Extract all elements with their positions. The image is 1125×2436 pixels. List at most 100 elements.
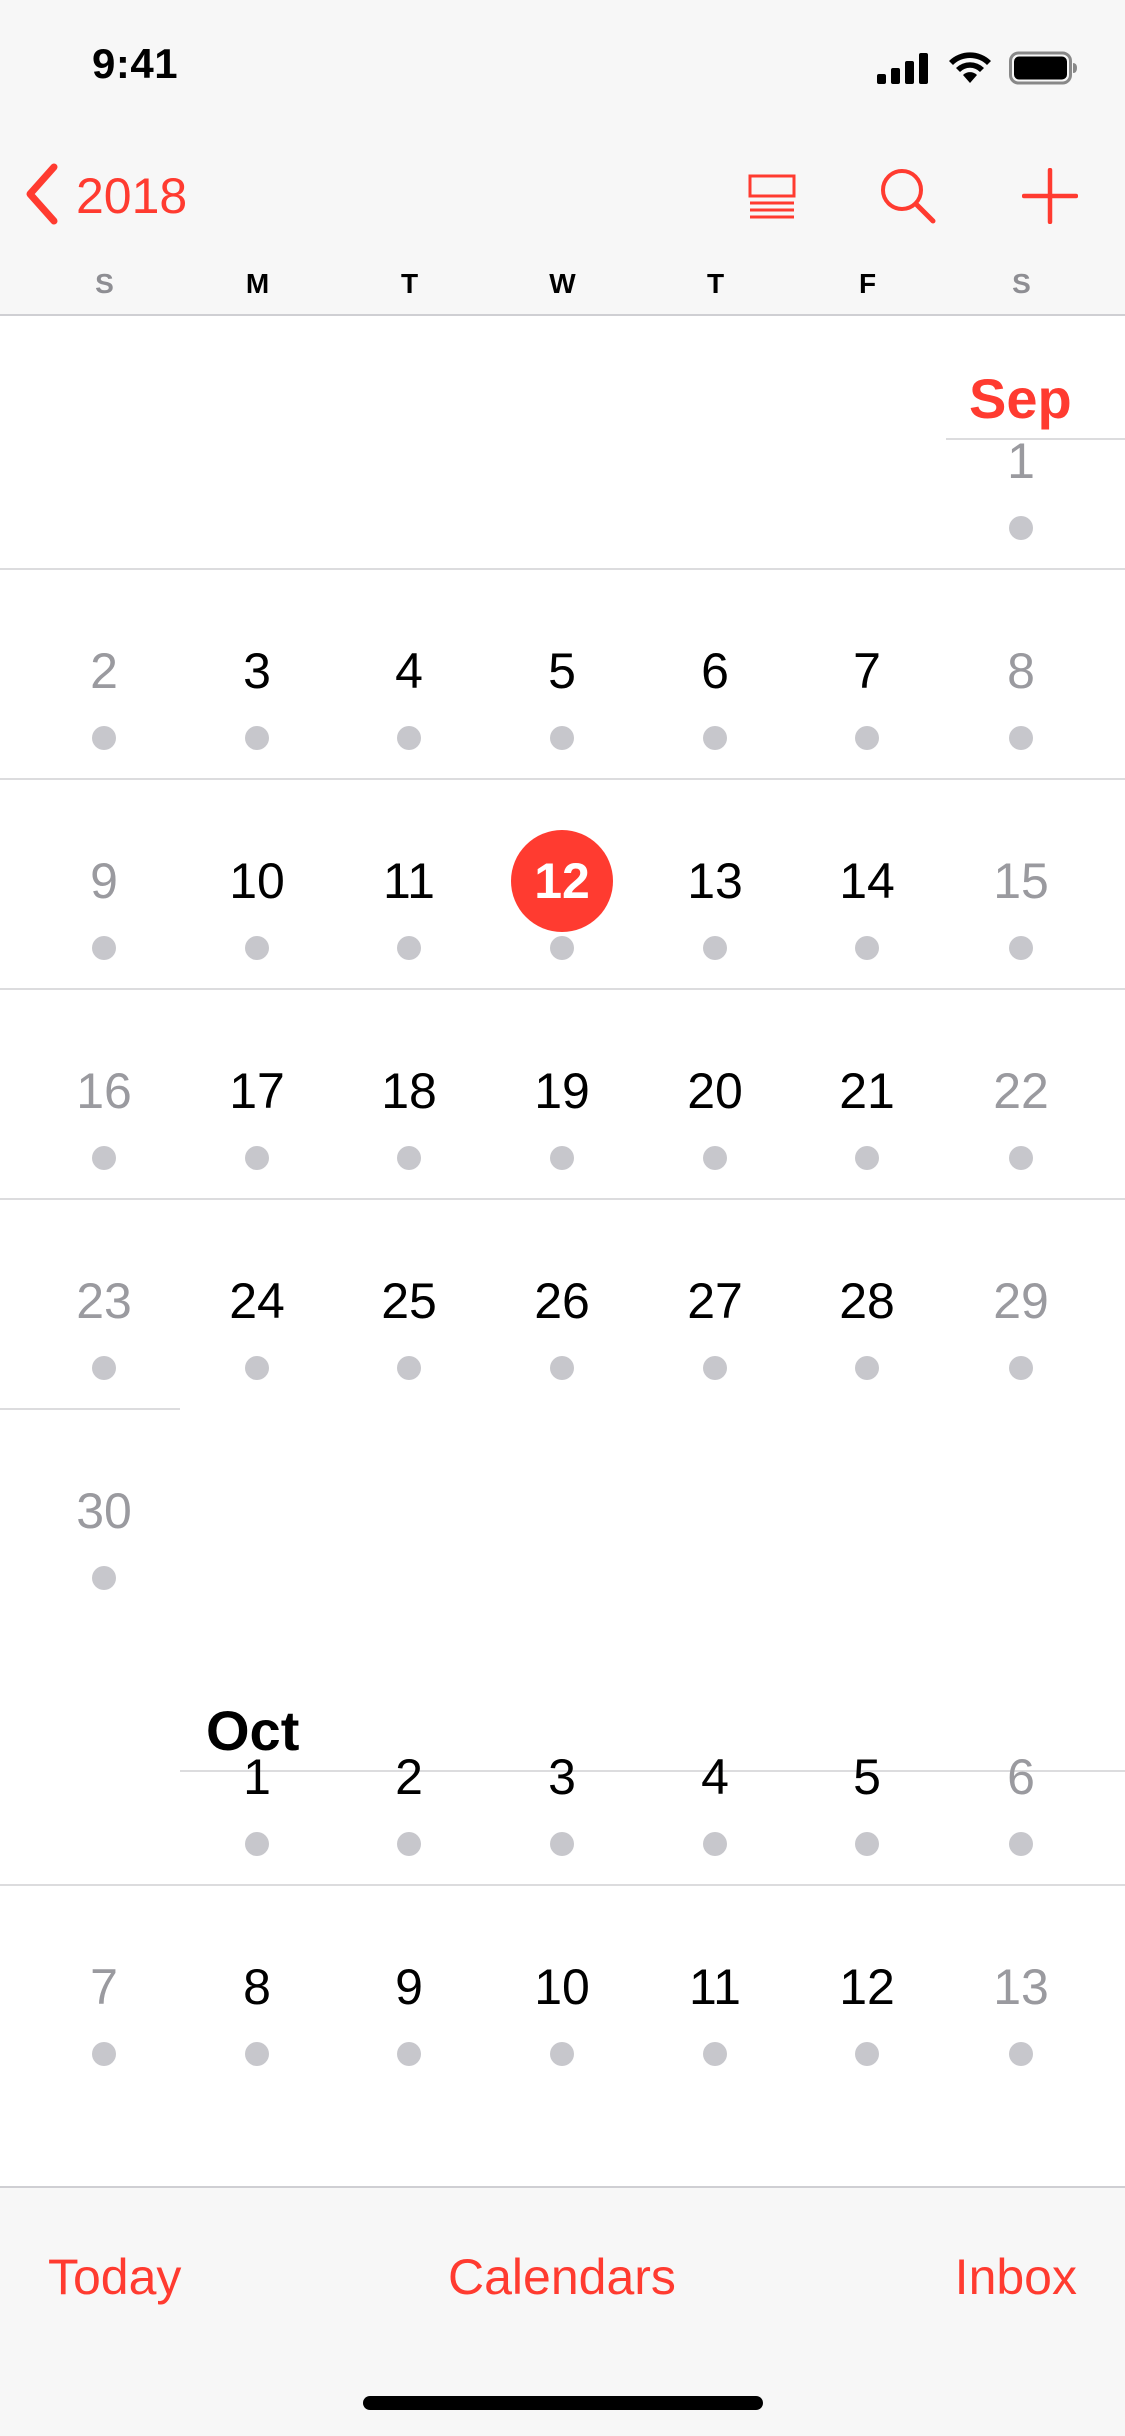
- day-cell[interactable]: 30: [34, 1476, 174, 1606]
- day-number: 6: [1007, 1749, 1035, 1805]
- event-dot-icon: [550, 726, 574, 750]
- day-number: 8: [243, 1959, 271, 2015]
- day-cell[interactable]: 8: [951, 636, 1091, 766]
- day-number: 11: [383, 853, 435, 909]
- day-cell[interactable]: 29: [951, 1266, 1091, 1396]
- day-cell[interactable]: 16: [34, 1056, 174, 1186]
- day-cell[interactable]: 11: [645, 1952, 785, 2082]
- day-cell[interactable]: 13: [645, 846, 785, 976]
- day-cell[interactable]: 11: [339, 846, 479, 976]
- battery-icon: [1009, 51, 1079, 85]
- home-indicator: [363, 2396, 763, 2410]
- event-dot-icon: [397, 1356, 421, 1380]
- day-cell[interactable]: 27: [645, 1266, 785, 1396]
- event-dot-icon: [1009, 1356, 1033, 1380]
- day-cell[interactable]: 1: [951, 426, 1091, 556]
- day-cell[interactable]: 17: [187, 1056, 327, 1186]
- day-cell[interactable]: 9: [339, 1952, 479, 2082]
- day-number: 10: [534, 1959, 590, 2015]
- day-number: 30: [76, 1483, 132, 1539]
- event-dot-icon: [397, 1832, 421, 1856]
- day-cell[interactable]: 8: [187, 1952, 327, 2082]
- day-cell[interactable]: 18: [339, 1056, 479, 1186]
- event-dot-icon: [245, 1146, 269, 1170]
- event-dot-icon: [855, 1356, 879, 1380]
- day-cell[interactable]: 20: [645, 1056, 785, 1186]
- inbox-button[interactable]: Inbox: [955, 2248, 1077, 2306]
- event-dot-icon: [92, 936, 116, 960]
- day-number: 9: [395, 1959, 423, 2015]
- day-number: 13: [993, 1959, 1049, 2015]
- day-cell[interactable]: 2: [34, 636, 174, 766]
- event-dot-icon: [92, 726, 116, 750]
- event-dot-icon: [397, 726, 421, 750]
- week-separator: [0, 988, 1125, 990]
- month-calendar-grid: Sep 1 2 3 4 5 6 7 8 9 10 11 12 13 14 15 16 17 18 19 20 21 22 23…: [0, 318, 1125, 2188]
- list-view-button[interactable]: [736, 162, 808, 234]
- back-to-year-button[interactable]: 2018: [24, 160, 187, 232]
- day-number: 14: [839, 853, 895, 909]
- day-cell[interactable]: 5: [492, 636, 632, 766]
- day-cell[interactable]: 7: [34, 1952, 174, 2082]
- event-dot-icon: [703, 1832, 727, 1856]
- weekday-label: F: [858, 268, 877, 299]
- day-cell[interactable]: 26: [492, 1266, 632, 1396]
- weekday-label: T: [706, 268, 725, 299]
- search-button[interactable]: [872, 162, 944, 234]
- day-cell[interactable]: 19: [492, 1056, 632, 1186]
- day-number: 2: [90, 643, 118, 699]
- week-separator: [0, 568, 1125, 570]
- day-cell[interactable]: 6: [645, 636, 785, 766]
- day-cell[interactable]: 24: [187, 1266, 327, 1396]
- event-dot-icon: [1009, 1146, 1033, 1170]
- day-number: 1: [243, 1749, 271, 1805]
- back-label: 2018: [76, 168, 188, 224]
- week-separator: [0, 778, 1125, 780]
- day-cell[interactable]: 3: [492, 1742, 632, 1872]
- day-cell[interactable]: 1: [187, 1742, 327, 1872]
- chevron-left-icon: [24, 163, 60, 230]
- event-dot-icon: [1009, 936, 1033, 960]
- day-cell[interactable]: 2: [339, 1742, 479, 1872]
- status-icons: [877, 48, 1079, 88]
- day-cell[interactable]: 10: [492, 1952, 632, 2082]
- day-number: 13: [687, 853, 743, 909]
- day-cell[interactable]: 4: [339, 636, 479, 766]
- weekday-label: M: [245, 268, 270, 299]
- day-cell[interactable]: 12: [492, 830, 632, 976]
- calendars-button[interactable]: Calendars: [448, 2248, 676, 2306]
- day-number: 12: [511, 830, 613, 932]
- day-cell[interactable]: 21: [797, 1056, 937, 1186]
- today-button[interactable]: Today: [48, 2248, 181, 2306]
- day-cell[interactable]: 23: [34, 1266, 174, 1396]
- day-cell[interactable]: 12: [797, 1952, 937, 2082]
- week-separator: [0, 1884, 1125, 1886]
- day-number: 15: [993, 853, 1049, 909]
- day-number: 17: [229, 1063, 285, 1119]
- day-cell[interactable]: 15: [951, 846, 1091, 976]
- day-number: 10: [229, 853, 285, 909]
- day-number: 6: [701, 643, 729, 699]
- day-number: 3: [243, 643, 271, 699]
- day-cell[interactable]: 14: [797, 846, 937, 976]
- event-dot-icon: [245, 1356, 269, 1380]
- day-cell[interactable]: 10: [187, 846, 327, 976]
- weekday-label: T: [400, 268, 419, 299]
- day-cell[interactable]: 4: [645, 1742, 785, 1872]
- day-cell[interactable]: 22: [951, 1056, 1091, 1186]
- day-cell[interactable]: 3: [187, 636, 327, 766]
- day-cell[interactable]: 25: [339, 1266, 479, 1396]
- day-number: 12: [839, 1959, 895, 2015]
- day-cell[interactable]: 9: [34, 846, 174, 976]
- day-cell[interactable]: 7: [797, 636, 937, 766]
- day-cell[interactable]: 5: [797, 1742, 937, 1872]
- day-cell[interactable]: 6: [951, 1742, 1091, 1872]
- day-cell[interactable]: 13: [951, 1952, 1091, 2082]
- day-number: 28: [839, 1273, 895, 1329]
- day-cell[interactable]: 28: [797, 1266, 937, 1396]
- event-dot-icon: [550, 1832, 574, 1856]
- day-number: 29: [993, 1273, 1049, 1329]
- add-event-button[interactable]: [1014, 162, 1086, 234]
- week-separator: [0, 1198, 1125, 1200]
- search-icon: [879, 167, 937, 230]
